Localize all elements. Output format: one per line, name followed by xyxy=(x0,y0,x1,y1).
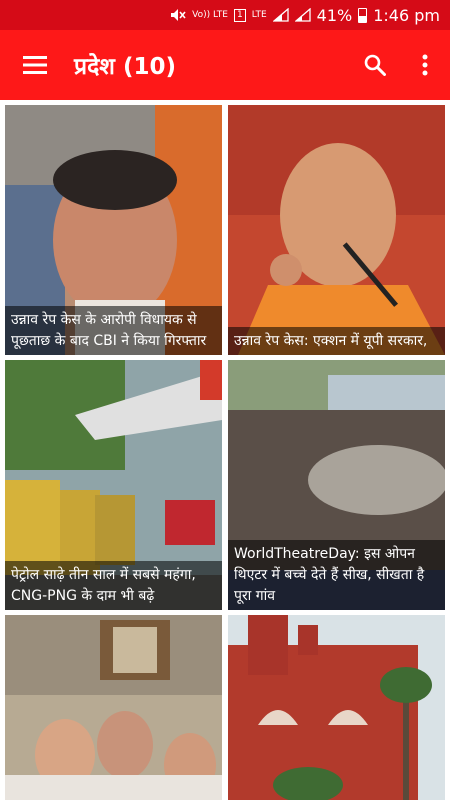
news-card[interactable]: WorldTheatreDay: इस ओपन थिएटर में बच्चे … xyxy=(228,360,445,610)
status-time: 1:46 pm xyxy=(373,5,440,25)
hamburger-menu-icon xyxy=(23,56,47,74)
news-caption: उन्नाव रेप केस: एक्शन में यूपी सरकार, xyxy=(228,327,445,355)
search-button[interactable] xyxy=(350,30,400,100)
more-vertical-icon xyxy=(422,54,428,76)
status-bar: Vo)) LTE 1 LTE 41% 1:46 pm xyxy=(0,0,450,30)
signal-icon-2 xyxy=(294,8,311,22)
sim-indicator: 1 xyxy=(233,8,246,22)
volte-indicator: Vo)) LTE xyxy=(192,10,228,20)
lte-indicator: LTE xyxy=(251,10,267,20)
news-card[interactable] xyxy=(5,615,222,800)
search-icon xyxy=(364,54,386,76)
more-options-button[interactable] xyxy=(400,30,450,100)
news-caption: पेट्रोल साढ़े तीन साल में सबसे महंगा, CN… xyxy=(5,561,222,610)
mute-icon xyxy=(170,8,186,22)
menu-button[interactable] xyxy=(0,30,70,100)
news-caption: उन्नाव रेप केस के आरोपी विधायक से पूछताछ… xyxy=(5,306,222,355)
battery-percent: 41% xyxy=(316,5,353,25)
news-image xyxy=(228,615,445,800)
news-card[interactable]: उन्नाव रेप केस: एक्शन में यूपी सरकार, xyxy=(228,105,445,355)
page-title: प्रदेश (10) xyxy=(74,54,176,80)
news-card[interactable]: उन्नाव रेप केस के आरोपी विधायक से पूछताछ… xyxy=(5,105,222,355)
battery-icon xyxy=(358,7,368,23)
news-card[interactable]: पेट्रोल साढ़े तीन साल में सबसे महंगा, CN… xyxy=(5,360,222,610)
signal-icon xyxy=(272,8,289,22)
app-bar: प्रदेश (10) xyxy=(0,30,450,100)
news-caption: WorldTheatreDay: इस ओपन थिएटर में बच्चे … xyxy=(228,540,445,610)
news-card[interactable] xyxy=(228,615,445,800)
news-image xyxy=(5,615,222,800)
news-image xyxy=(228,105,445,355)
